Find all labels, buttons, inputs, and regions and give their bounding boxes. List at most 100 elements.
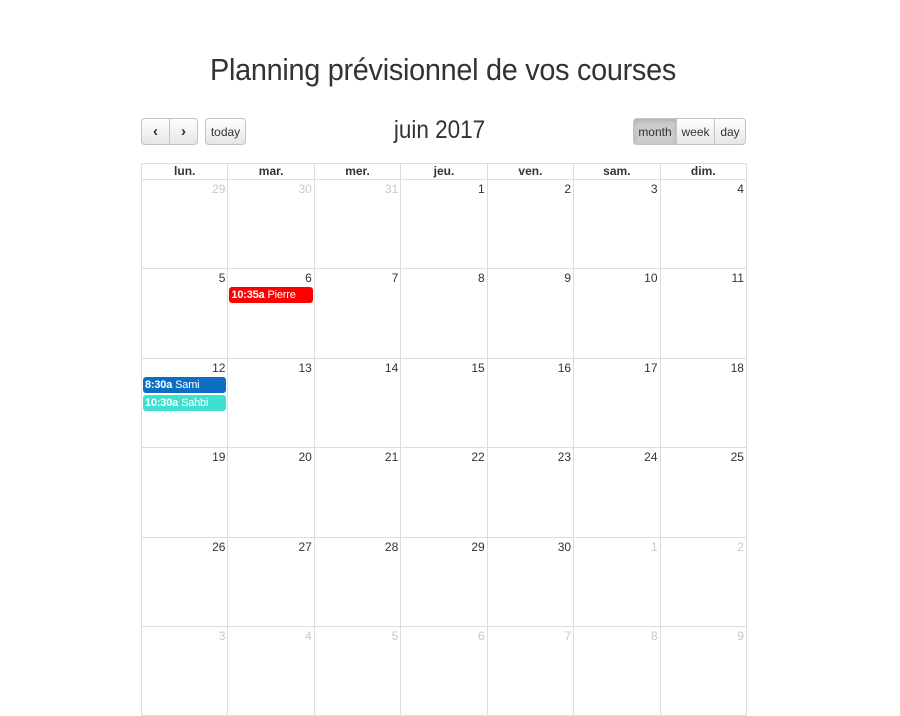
day-number[interactable]: 11 <box>731 271 743 285</box>
day-cell[interactable]: 15 <box>401 358 488 449</box>
day-number[interactable]: 10 <box>644 271 657 285</box>
day-number[interactable]: 1 <box>478 182 485 196</box>
day-cell[interactable]: 10 <box>574 269 661 359</box>
day-number[interactable]: 9 <box>737 629 744 643</box>
day-cell[interactable]: 1 <box>401 180 488 270</box>
day-cell[interactable]: 21 <box>314 448 402 538</box>
day-cell[interactable]: 2 <box>487 180 575 270</box>
day-number[interactable]: 16 <box>558 361 571 375</box>
day-view-button[interactable]: day <box>714 118 746 145</box>
day-number[interactable]: 7 <box>564 629 571 643</box>
day-cell[interactable]: 6 10:35a Pierre <box>228 269 315 359</box>
day-number[interactable]: 6 <box>305 271 312 285</box>
day-cell[interactable]: 3 <box>574 180 661 270</box>
prev-month-button[interactable]: ‹ <box>141 118 170 145</box>
day-number[interactable]: 17 <box>644 361 657 375</box>
day-cell[interactable]: 9 <box>487 269 575 359</box>
day-cell[interactable]: 17 <box>574 358 661 449</box>
week-view-button[interactable]: week <box>676 118 715 145</box>
day-number[interactable]: 1 <box>651 540 658 554</box>
day-number[interactable]: 20 <box>298 450 311 464</box>
day-number[interactable]: 3 <box>651 182 658 196</box>
day-number[interactable]: 19 <box>212 450 225 464</box>
day-cell[interactable]: 26 <box>142 537 229 627</box>
page-title: Planning prévisionnel de vos courses <box>210 52 676 87</box>
day-cell[interactable]: 27 <box>228 537 315 627</box>
day-header-row: lun. mar. mer. jeu. ven. sam. dim. <box>142 164 747 180</box>
day-cell[interactable]: 4 <box>660 180 747 270</box>
day-number[interactable]: 22 <box>471 450 484 464</box>
day-cell[interactable]: 14 <box>314 358 402 449</box>
day-number[interactable]: 6 <box>478 629 485 643</box>
day-cell[interactable]: 28 <box>314 537 402 627</box>
day-cell[interactable]: 24 <box>574 448 661 538</box>
day-cell[interactable]: 3 <box>142 626 229 716</box>
event-list: 10:35a Pierre <box>229 287 313 305</box>
day-cell[interactable]: 1 <box>574 537 661 627</box>
day-cell[interactable]: 4 <box>228 626 315 716</box>
day-cell[interactable]: 5 <box>314 626 402 716</box>
day-cell[interactable]: 30 <box>487 537 575 627</box>
day-number[interactable]: 2 <box>564 182 571 196</box>
day-cell[interactable]: 2 <box>660 537 747 627</box>
calendar-event[interactable]: 10:30a Sahbi <box>143 394 227 411</box>
day-number[interactable]: 21 <box>385 450 398 464</box>
day-cell[interactable]: 13 <box>228 358 315 449</box>
day-number[interactable]: 4 <box>305 629 312 643</box>
day-number[interactable]: 4 <box>737 182 744 196</box>
day-cell[interactable]: 12 8:30a Sami 10:30a Sahbi <box>142 358 229 449</box>
day-cell[interactable]: 25 <box>660 448 747 538</box>
day-cell[interactable]: 20 <box>228 448 315 538</box>
week-row: 12 8:30a Sami 10:30a Sahbi 13 14 15 16 17 18 <box>142 358 747 449</box>
day-number[interactable]: 5 <box>392 629 399 643</box>
month-view-button[interactable]: month <box>633 118 677 145</box>
next-month-button[interactable]: › <box>169 118 198 145</box>
day-header: jeu. <box>401 164 488 180</box>
day-cell[interactable]: 16 <box>487 358 575 449</box>
day-number[interactable]: 12 <box>212 361 225 375</box>
day-cell[interactable]: 9 <box>660 626 747 716</box>
week-row: 5 6 10:35a Pierre 7 8 9 10 11 <box>142 269 747 359</box>
day-number[interactable]: 7 <box>392 271 399 285</box>
day-number[interactable]: 26 <box>212 540 225 554</box>
day-number[interactable]: 23 <box>558 450 571 464</box>
day-cell[interactable]: 8 <box>401 269 488 359</box>
day-number[interactable]: 13 <box>298 361 311 375</box>
day-cell[interactable]: 29 <box>401 537 488 627</box>
day-cell[interactable]: 19 <box>142 448 229 538</box>
day-number[interactable]: 8 <box>478 271 485 285</box>
day-number[interactable]: 24 <box>644 450 657 464</box>
day-number[interactable]: 9 <box>564 271 571 285</box>
day-cell[interactable]: 31 <box>314 180 402 270</box>
day-number[interactable]: 15 <box>471 361 484 375</box>
day-number[interactable]: 18 <box>731 361 744 375</box>
today-button[interactable]: today <box>205 118 246 145</box>
day-cell[interactable]: 7 <box>314 269 402 359</box>
day-cell[interactable]: 23 <box>487 448 575 538</box>
day-cell[interactable]: 18 <box>660 358 747 449</box>
calendar-event[interactable]: 8:30a Sami <box>143 376 227 393</box>
day-cell[interactable]: 6 <box>401 626 488 716</box>
day-number[interactable]: 14 <box>385 361 398 375</box>
calendar-event[interactable]: 10:35a Pierre <box>229 287 313 304</box>
day-number[interactable]: 29 <box>471 540 484 554</box>
day-cell[interactable]: 30 <box>228 180 315 270</box>
day-header: dim. <box>660 164 747 180</box>
day-number[interactable]: 28 <box>385 540 398 554</box>
day-cell[interactable]: 11 <box>660 269 747 359</box>
day-number[interactable]: 25 <box>731 450 744 464</box>
day-number[interactable]: 30 <box>558 540 571 554</box>
day-number[interactable]: 5 <box>219 271 226 285</box>
day-number[interactable]: 8 <box>651 629 658 643</box>
day-cell[interactable]: 22 <box>401 448 488 538</box>
day-number[interactable]: 31 <box>385 182 398 196</box>
day-cell[interactable]: 29 <box>142 180 229 270</box>
day-number[interactable]: 2 <box>737 540 744 554</box>
day-number[interactable]: 29 <box>212 182 225 196</box>
day-cell[interactable]: 8 <box>574 626 661 716</box>
day-number[interactable]: 27 <box>298 540 311 554</box>
day-number[interactable]: 3 <box>219 629 226 643</box>
day-cell[interactable]: 5 <box>142 269 229 359</box>
day-cell[interactable]: 7 <box>487 626 575 716</box>
day-number[interactable]: 30 <box>298 182 311 196</box>
